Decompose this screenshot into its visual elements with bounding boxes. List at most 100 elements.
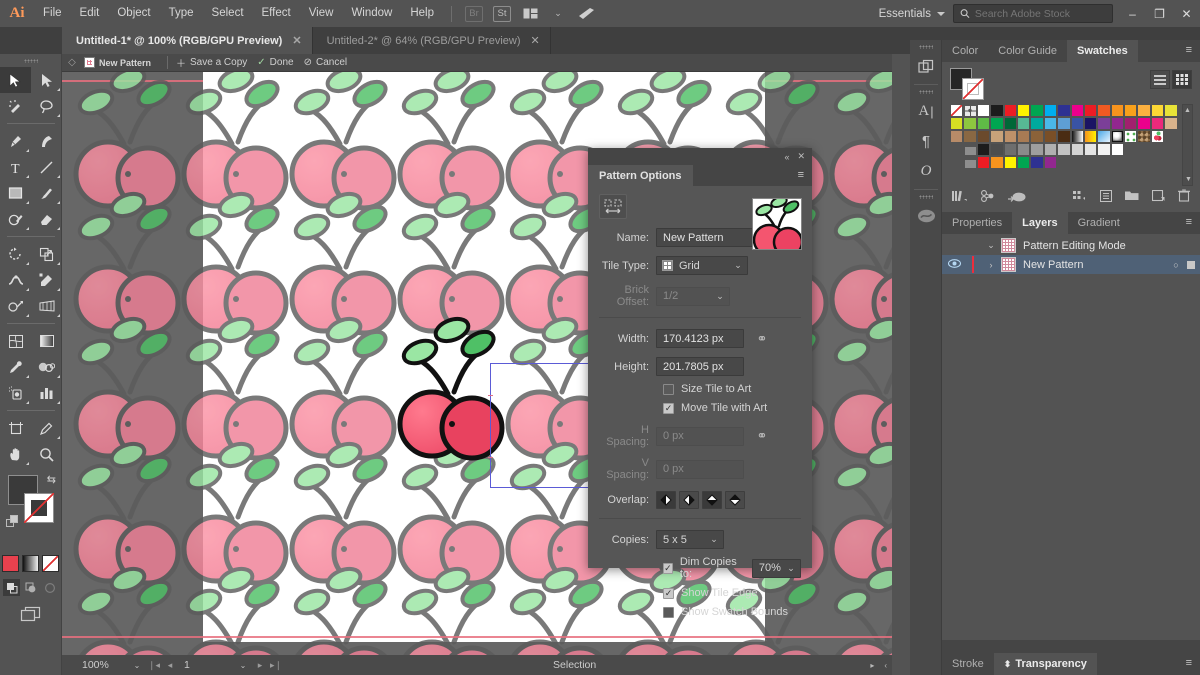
target-indicator-icon[interactable]: ○ <box>1165 260 1187 270</box>
overlap-top-in-front-button[interactable] <box>725 491 745 509</box>
color-mode-button[interactable] <box>2 555 19 572</box>
swatch-cell[interactable] <box>1083 117 1098 130</box>
bridge-icon[interactable]: Br <box>463 5 485 23</box>
show-tile-edge-checkbox[interactable]: ✓ <box>663 587 674 599</box>
swatch-cell[interactable] <box>1057 143 1071 156</box>
swatch-cell[interactable] <box>963 130 977 143</box>
menu-view[interactable]: View <box>300 0 343 27</box>
swatches-stroke-swatch[interactable] <box>962 78 984 100</box>
selection-tool[interactable] <box>0 67 31 93</box>
glyphs-icon[interactable]: O <box>910 156 942 186</box>
artboard-tool[interactable] <box>0 415 31 441</box>
swatch-cell[interactable] <box>1057 130 1071 143</box>
swatch-cell[interactable] <box>1110 104 1125 117</box>
back-arrow-icon[interactable]: ◇ <box>62 57 82 68</box>
zoom-level-field[interactable]: 100% <box>76 657 128 673</box>
draw-normal-button[interactable] <box>3 579 20 596</box>
tab-color-guide[interactable]: Color Guide <box>988 40 1067 62</box>
magic-wand-tool[interactable] <box>0 93 31 119</box>
swatch-libraries-icon[interactable] <box>952 190 968 205</box>
swatch-cell[interactable] <box>1003 143 1017 156</box>
layer-row-new-pattern[interactable]: › New Pattern ○ <box>942 255 1200 274</box>
shaper-tool[interactable] <box>0 206 31 232</box>
restore-button[interactable]: ❐ <box>1146 0 1173 27</box>
size-tile-to-art-row[interactable]: Size Tile to Art <box>599 383 801 395</box>
overlap-left-in-front-button[interactable] <box>656 491 676 509</box>
mesh-tool[interactable] <box>0 328 31 354</box>
swatch-cell[interactable] <box>1057 104 1071 117</box>
scroll-up-icon[interactable]: ▲ <box>1183 105 1192 116</box>
toolbar-grip[interactable] <box>23 59 38 63</box>
swatch-cell[interactable] <box>1110 143 1125 156</box>
swatch-cell[interactable] <box>963 104 977 117</box>
swatch-cell[interactable] <box>990 117 1004 130</box>
show-tile-edge-row[interactable]: ✓ Show Tile Edge <box>599 587 801 599</box>
done-button[interactable]: ✓ Done <box>257 57 293 68</box>
swatch-cell[interactable] <box>1137 130 1151 143</box>
swatch-cell[interactable] <box>963 117 977 130</box>
pattern-tile-edit-tool[interactable] <box>599 194 627 219</box>
slice-tool[interactable] <box>31 415 62 441</box>
free-transform-tool[interactable] <box>31 267 62 293</box>
swatch-cell[interactable] <box>1016 130 1031 143</box>
hand-tool[interactable] <box>0 441 31 467</box>
overlap-bottom-in-front-button[interactable] <box>702 491 722 509</box>
swatch-cell[interactable] <box>990 143 1004 156</box>
swatch-cell[interactable] <box>1043 156 1058 169</box>
color-themes-icon[interactable] <box>981 189 995 205</box>
tile-type-select[interactable]: Grid ⌄ <box>656 256 748 275</box>
swatch-cell[interactable] <box>1070 130 1084 143</box>
symbol-sprayer-tool[interactable] <box>0 380 31 406</box>
default-fill-stroke-icon[interactable] <box>6 515 19 528</box>
menu-edit[interactable]: Edit <box>71 0 109 27</box>
close-icon[interactable]: ✕ <box>292 34 301 47</box>
save-a-copy-button[interactable]: ＋ Save a Copy <box>176 55 247 70</box>
dim-copies-row[interactable]: ✓ Dim Copies to: 70% ⌄ <box>599 556 801 580</box>
swatch-cell[interactable] <box>1097 117 1111 130</box>
swatch-cell[interactable] <box>1083 104 1098 117</box>
workspace-switcher[interactable]: Essentials <box>871 8 953 20</box>
tab-properties[interactable]: Properties <box>942 212 1012 234</box>
tab-transparency[interactable]: ⬍ Transparency <box>993 653 1097 675</box>
swatch-cell[interactable] <box>1110 117 1125 130</box>
transparency-panel-menu-icon[interactable]: ≡ <box>1186 653 1200 675</box>
swatch-cell[interactable] <box>990 104 1004 117</box>
artboard-chevron-down-icon[interactable]: ⌄ <box>234 661 252 670</box>
swatch-cell[interactable] <box>1070 143 1084 156</box>
gradient-tool[interactable] <box>31 328 62 354</box>
swatches-grid[interactable] <box>950 104 1192 182</box>
swatch-cell[interactable] <box>1003 130 1017 143</box>
swatch-cell[interactable] <box>1030 130 1044 143</box>
sync-settings-icon[interactable] <box>575 5 597 23</box>
prev-artboard-icon[interactable]: ◂ <box>162 660 178 671</box>
swatch-cell[interactable] <box>1110 130 1125 143</box>
tab-gradient[interactable]: Gradient <box>1068 212 1130 234</box>
show-swatch-kinds-icon[interactable] <box>1073 190 1087 205</box>
swatch-cell[interactable] <box>1070 104 1084 117</box>
dim-copies-select[interactable]: 70% ⌄ <box>751 558 801 578</box>
list-view-icon[interactable] <box>1150 70 1170 89</box>
stock-icon[interactable]: St <box>491 5 513 23</box>
tab-swatches[interactable]: Swatches <box>1067 40 1138 62</box>
swatches-panel-menu-icon[interactable]: ≡ <box>1186 40 1200 62</box>
status-resize-icon[interactable]: ‹ <box>879 661 892 670</box>
arrange-chevron-down-icon[interactable]: ⌄ <box>547 5 569 23</box>
swap-fill-stroke-icon[interactable]: ⇆ <box>47 473 56 486</box>
zoom-chevron-down-icon[interactable]: ⌄ <box>128 661 146 670</box>
move-tile-with-art-checkbox[interactable]: ✓ <box>663 402 674 414</box>
swatch-cell[interactable] <box>1043 104 1058 117</box>
visibility-icon[interactable] <box>942 258 967 271</box>
layer-name[interactable]: Pattern Editing Mode <box>1023 240 1200 252</box>
layer-row-pattern-editing-mode[interactable]: ⌄ Pattern Editing Mode <box>942 236 1200 255</box>
change-screen-mode-button[interactable] <box>0 606 61 622</box>
swatch-cell[interactable] <box>1150 117 1165 130</box>
swatch-cell[interactable] <box>976 143 991 156</box>
gradient-mode-button[interactable] <box>22 555 39 572</box>
link-spacing-icon[interactable]: ⚭ <box>751 428 773 444</box>
swatch-cell[interactable] <box>1030 104 1044 117</box>
close-icon[interactable]: ✕ <box>797 151 805 162</box>
delete-swatch-icon[interactable] <box>1178 189 1190 205</box>
last-artboard-icon[interactable]: ▸❘ <box>268 660 284 671</box>
eraser-tool[interactable] <box>31 206 62 232</box>
show-swatch-bounds-checkbox[interactable] <box>663 606 674 618</box>
